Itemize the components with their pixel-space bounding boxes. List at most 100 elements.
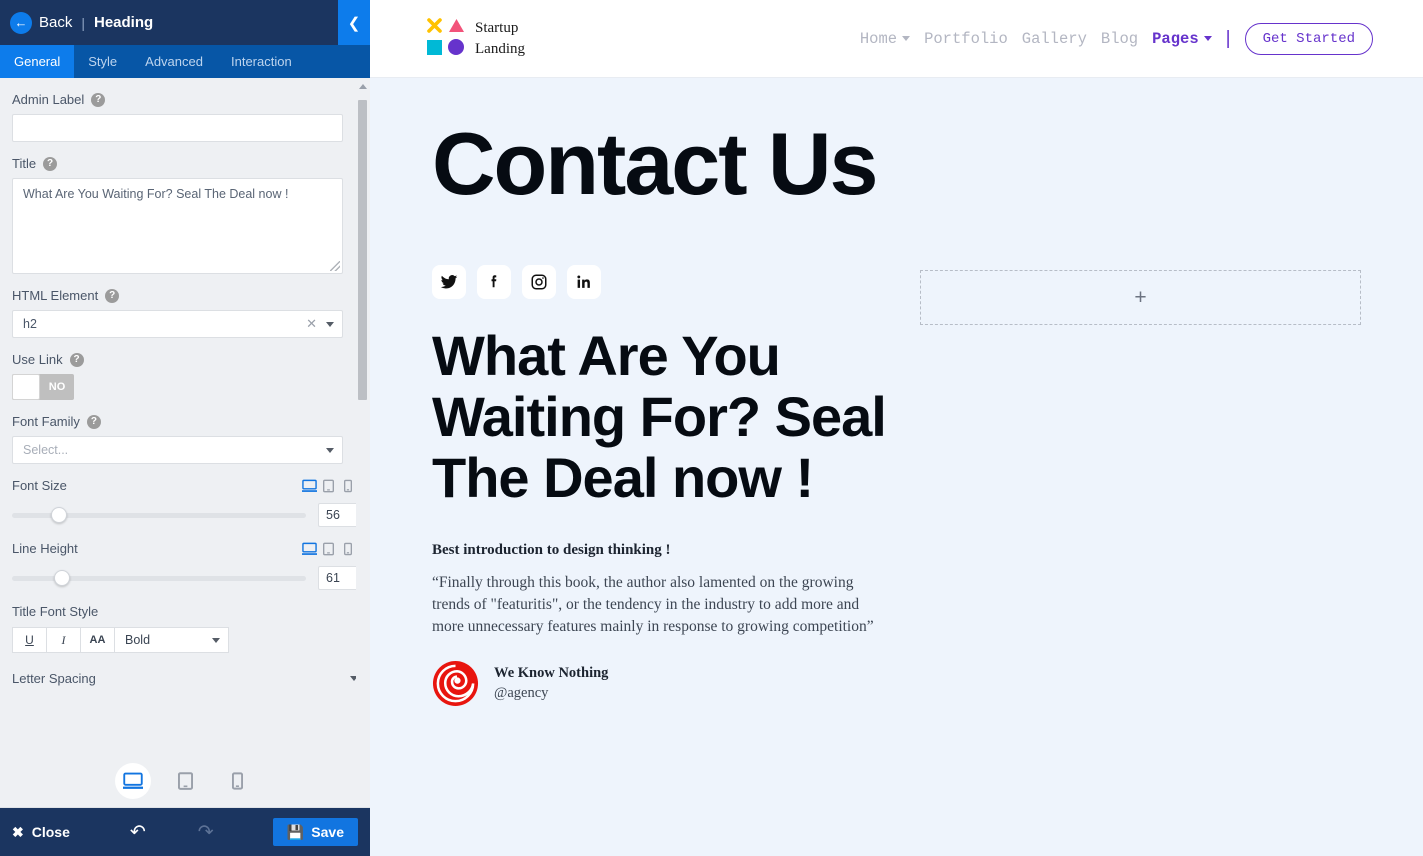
admin-label-input[interactable] [12, 114, 343, 142]
font-family-placeholder: Select... [23, 443, 69, 457]
scroll-up-arrow-icon[interactable] [359, 84, 367, 89]
help-icon[interactable]: ? [105, 288, 120, 303]
nav-item-portfolio[interactable]: Portfolio [924, 30, 1008, 48]
nav-item-gallery-label: Gallery [1021, 29, 1087, 48]
site-navbar: Startup Landing Home Portfolio Gallery B… [370, 0, 1423, 78]
site-logo[interactable]: Startup Landing [425, 17, 525, 60]
social-links [432, 265, 902, 300]
save-label: Save [311, 824, 344, 840]
quote-heading: Best introduction to design thinking ! [432, 542, 671, 559]
panel-scrollbar[interactable] [356, 78, 370, 754]
tab-advanced[interactable]: Advanced [131, 45, 217, 78]
nav-item-gallery[interactable]: Gallery [1022, 30, 1087, 48]
font-weight-select[interactable]: Bold [114, 627, 229, 653]
scrollbar-thumb[interactable] [358, 100, 367, 400]
save-button[interactable]: 💾 Save [272, 818, 358, 846]
title-textarea-value: What Are You Waiting For? Seal The Deal … [23, 187, 289, 201]
nav-item-home[interactable]: Home [860, 30, 911, 48]
back-button[interactable]: ← Back [0, 11, 72, 34]
logo-x-icon [426, 17, 443, 39]
clear-icon[interactable]: ✕ [306, 316, 317, 332]
uppercase-button[interactable]: AA [80, 627, 114, 653]
logo-text: Startup Landing [475, 18, 525, 59]
font-size-header: Font Size [12, 478, 358, 493]
letter-spacing-label: Letter Spacing [12, 671, 96, 686]
underline-button[interactable]: U [12, 627, 46, 653]
add-module-dropzone[interactable]: + [920, 270, 1361, 326]
italic-button[interactable]: I [46, 627, 80, 653]
line-height-slider[interactable] [12, 570, 306, 586]
content-column-right: + [902, 265, 1423, 707]
panel-footer: ✖ Close ↶ ↷ 💾 Save [0, 808, 370, 856]
tab-interaction-label: Interaction [230, 54, 292, 69]
device-tablet-button[interactable] [167, 763, 203, 799]
font-family-select[interactable]: Select... [12, 436, 343, 464]
tab-general[interactable]: General [0, 45, 75, 84]
toggle-state-label: NO [48, 381, 66, 393]
tab-interaction[interactable]: Interaction [217, 45, 306, 78]
nav-links: Home Portfolio Gallery Blog Pages [860, 30, 1212, 48]
tab-style[interactable]: Style [74, 45, 131, 78]
desktop-icon[interactable] [302, 479, 317, 492]
chevron-left-icon: ❮ [347, 14, 361, 32]
logo-marks [425, 17, 465, 60]
nav-item-pages[interactable]: Pages [1152, 30, 1212, 48]
linkedin-icon[interactable] [567, 265, 601, 300]
resize-grip-icon[interactable] [330, 261, 340, 271]
font-size-value-box[interactable]: 56 [318, 503, 358, 527]
help-icon[interactable]: ? [86, 414, 101, 429]
use-link-toggle[interactable]: NO [12, 374, 74, 400]
quote-body: “Finally through this book, the author a… [432, 574, 874, 636]
line-height-slider-handle[interactable] [53, 570, 70, 586]
get-started-button[interactable]: Get Started [1244, 22, 1373, 55]
instagram-icon[interactable] [522, 265, 556, 300]
editable-heading[interactable]: What Are You Waiting For? Seal The Deal … [432, 325, 902, 508]
content-columns: What Are You Waiting For? Seal The Deal … [370, 210, 1423, 707]
plus-icon: + [1134, 285, 1147, 309]
avatar [432, 660, 479, 707]
tablet-icon[interactable] [323, 479, 337, 493]
device-mobile-button[interactable] [219, 763, 255, 799]
facebook-icon[interactable] [477, 265, 511, 300]
admin-label-text: Admin Label [12, 92, 85, 107]
tablet-icon[interactable] [323, 542, 337, 556]
font-size-label: Font Size [12, 478, 67, 493]
nav-item-portfolio-label: Portfolio [924, 29, 1008, 48]
field-letter-spacing[interactable]: Letter Spacing [12, 671, 358, 686]
line-height-label-text: Line Height [12, 541, 78, 556]
redo-button[interactable]: ↷ [198, 821, 214, 844]
desktop-icon[interactable] [302, 542, 317, 555]
logo-circle-icon [448, 39, 464, 60]
font-size-slider[interactable] [12, 507, 306, 523]
italic-label: I [61, 632, 66, 647]
tab-advanced-label: Advanced [145, 54, 203, 69]
author-info: We Know Nothing @agency [494, 665, 608, 702]
close-button[interactable]: ✖ Close [12, 824, 70, 841]
quote-author: We Know Nothing @agency [432, 660, 902, 707]
help-icon[interactable]: ? [91, 92, 106, 107]
line-height-value: 61 [326, 571, 340, 585]
nav-item-blog[interactable]: Blog [1101, 30, 1138, 48]
title-textarea[interactable]: What Are You Waiting For? Seal The Deal … [12, 178, 343, 274]
author-handle: @agency [494, 685, 549, 702]
title-label: Title ? [12, 156, 358, 171]
help-icon[interactable]: ? [69, 352, 84, 367]
chevron-down-icon[interactable] [212, 637, 220, 643]
help-icon[interactable]: ? [43, 156, 58, 171]
line-height-header: Line Height [12, 541, 358, 556]
device-desktop-button[interactable] [115, 762, 151, 799]
line-height-responsive-toggles [302, 542, 358, 556]
twitter-icon[interactable] [432, 265, 466, 300]
font-size-slider-handle[interactable] [51, 507, 68, 523]
collapse-panel-button[interactable]: ❮ [338, 0, 370, 45]
hero-section: Contact Us [370, 78, 1423, 210]
logo-line-2: Landing [475, 40, 525, 57]
undo-button[interactable]: ↶ [130, 821, 146, 844]
font-weight-value: Bold [125, 633, 151, 647]
chevron-down-icon[interactable] [326, 447, 334, 453]
panel-body: Admin Label ? Title ? What Are You Waiti… [0, 78, 370, 754]
font-size-responsive-toggles [302, 479, 358, 493]
chevron-down-icon[interactable] [326, 321, 334, 327]
html-element-select[interactable]: h2 ✕ [12, 310, 343, 338]
line-height-value-box[interactable]: 61 [318, 566, 358, 590]
